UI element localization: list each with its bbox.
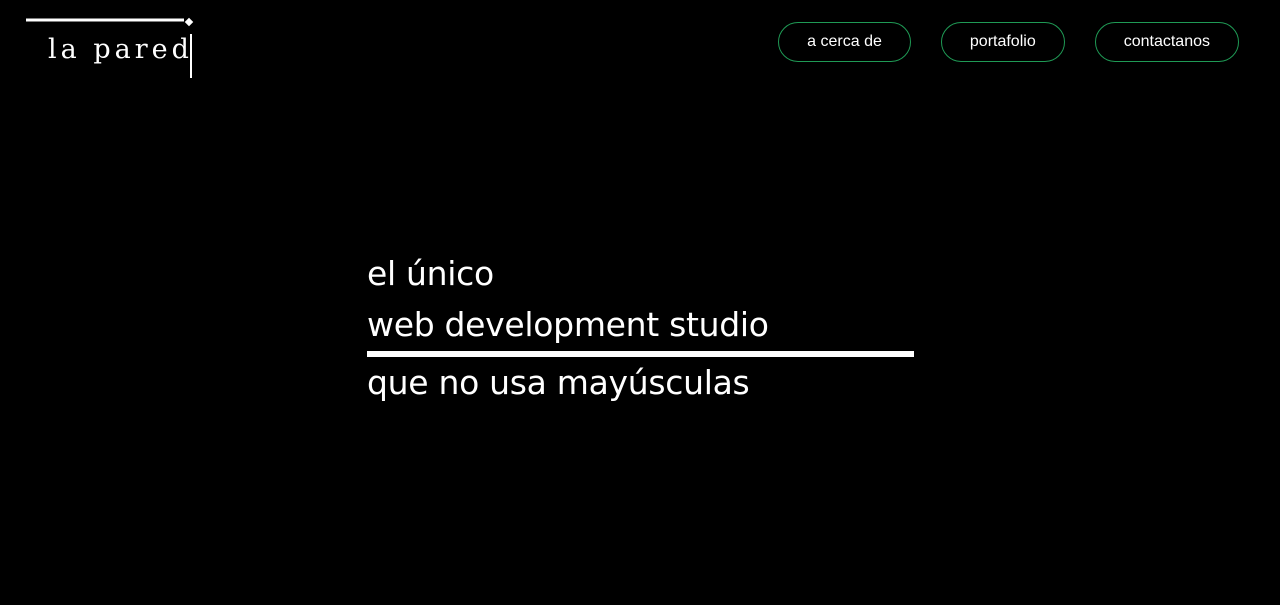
nav-about-button[interactable]: a cerca de [778,22,911,62]
hero-line-3: que no usa mayúsculas [367,363,750,402]
site-header: la pared a cerca de portafolio contactan… [0,0,1280,90]
hero-line-2: web development studio [367,305,769,344]
logo-text: la pared [48,34,193,65]
nav-contact-button[interactable]: contactanos [1094,22,1239,62]
hero-underline-divider [367,351,914,357]
nav-portfolio-button[interactable]: portafolio [940,22,1065,62]
hero-section: el único web development studio que no u… [367,252,927,405]
logo-link[interactable]: la pared [26,16,198,80]
main-nav: a cerca de portafolio contactanos [778,22,1239,62]
hero-line-1: el único [367,254,494,293]
